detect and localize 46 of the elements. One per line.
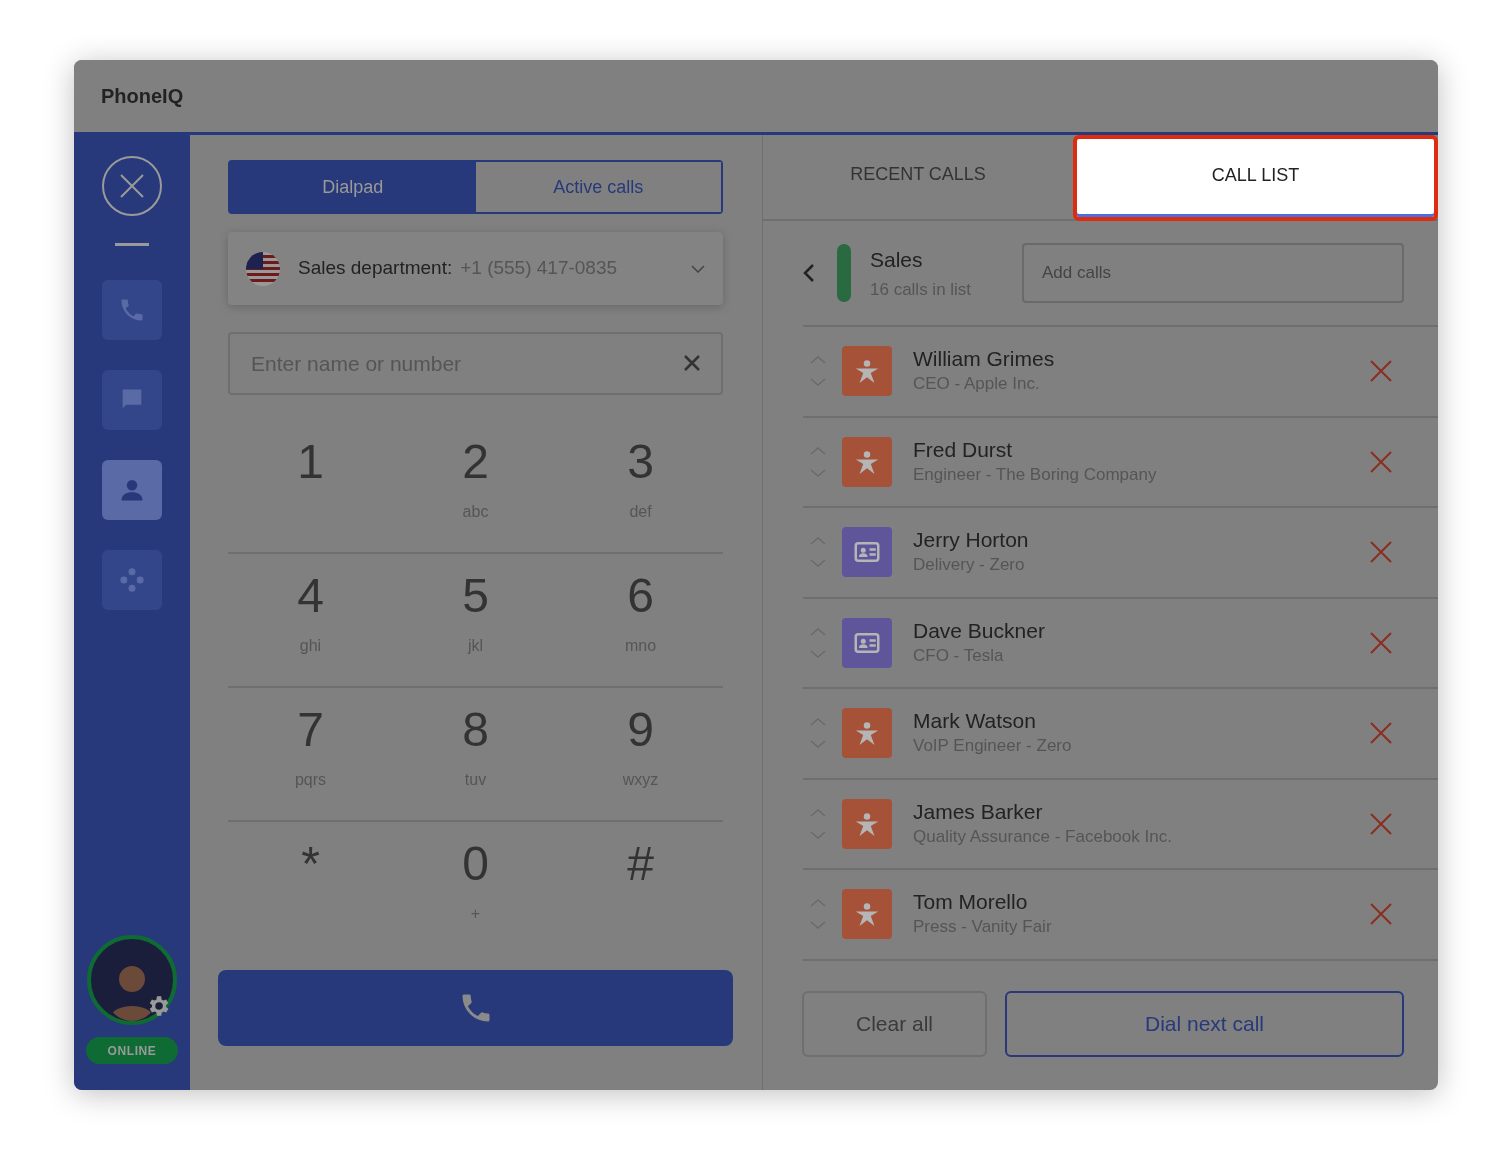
remove-icon[interactable] [1370, 812, 1392, 835]
status-badge: ONLINE [86, 1037, 178, 1064]
dial-key[interactable]: # [558, 822, 723, 956]
star-person-icon [842, 346, 892, 397]
back-icon[interactable] [803, 263, 815, 283]
remove-icon[interactable] [1370, 360, 1392, 383]
remove-icon[interactable] [1370, 722, 1392, 745]
close-icon [119, 173, 145, 199]
nav-button[interactable] [102, 370, 162, 430]
dial-key[interactable]: 0 + [393, 822, 558, 956]
contact-name: William Grimes [913, 346, 1056, 373]
add-calls-field[interactable]: Add calls [1022, 243, 1404, 303]
contact-card-icon [842, 527, 892, 578]
close-button[interactable] [102, 156, 162, 216]
dial-key[interactable]: 1 [228, 420, 393, 554]
nav-button[interactable] [102, 280, 162, 340]
contact-name: Dave Buckner [913, 617, 1046, 644]
contact-name: Mark Watson [913, 708, 1037, 735]
star-person-icon [842, 708, 892, 759]
contact-name: Tom Morello [913, 889, 1029, 916]
remove-icon[interactable] [1370, 541, 1392, 564]
chevron-down-icon[interactable] [691, 264, 705, 273]
remove-icon[interactable] [1370, 631, 1392, 654]
clear-icon[interactable] [683, 354, 701, 372]
contact-card-icon [842, 617, 892, 668]
dial-next-button[interactable]: Dial next call [1005, 990, 1404, 1057]
star-person-icon [842, 436, 892, 487]
dots-icon [118, 566, 146, 594]
tab[interactable]: RECENT CALLS [763, 135, 1073, 219]
dial-key[interactable]: * [228, 822, 393, 956]
list-name: Sales [870, 246, 924, 273]
contact-name: Jerry Horton [913, 527, 1030, 554]
line-label: Sales department: [298, 256, 453, 281]
star-person-icon [842, 798, 892, 849]
nav-button[interactable] [102, 550, 162, 610]
tab[interactable]: Dialpad [230, 162, 476, 212]
remove-icon[interactable] [1370, 450, 1392, 473]
remove-icon[interactable] [1370, 903, 1392, 926]
clear-button[interactable]: Clear all [802, 990, 987, 1057]
tab[interactable]: CALL LIST [1073, 135, 1438, 221]
flag-icon [246, 251, 280, 286]
window-title: PhoneIQ [101, 84, 184, 109]
contact-name: James Barker [913, 798, 1044, 825]
nav-button[interactable] [102, 460, 162, 520]
star-person-icon [842, 889, 892, 940]
contact-name: Fred Durst [913, 436, 1014, 463]
